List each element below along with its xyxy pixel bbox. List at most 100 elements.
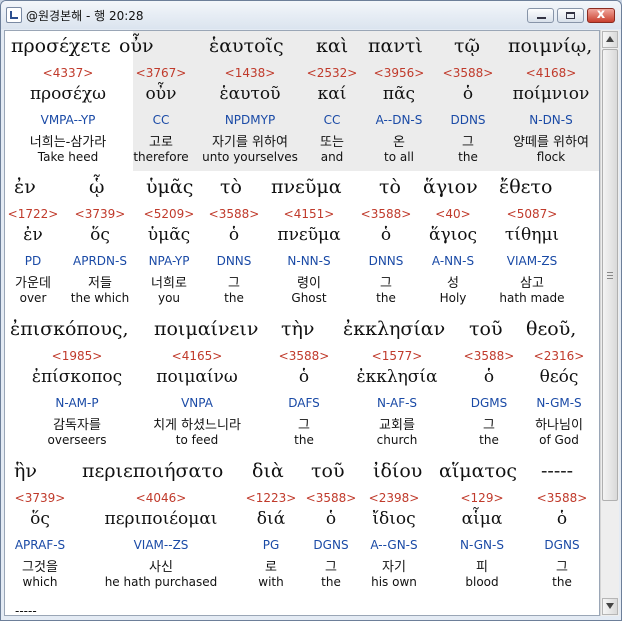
- strongs-number[interactable]: <4165>: [172, 349, 223, 363]
- greek-word[interactable]: ὑμᾶς: [146, 176, 193, 198]
- greek-word[interactable]: ἐκκλησίαν: [343, 318, 445, 340]
- greek-word[interactable]: διὰ: [252, 460, 284, 482]
- greek-word[interactable]: ἰδίου: [373, 460, 422, 482]
- verse-block: ἐπισκόπους, <1985> ἐπίσκοπος N-AM-P 감독자를 over…: [5, 314, 599, 454]
- greek-word[interactable]: ἔθετο: [499, 176, 552, 198]
- lexical-form: ὑμᾶς: [147, 225, 191, 245]
- greek-word[interactable]: ἐπισκόπους,: [10, 318, 129, 340]
- english-gloss: Ghost: [291, 291, 327, 305]
- parsing-code: DGMS: [470, 396, 508, 410]
- korean-gloss: 치게 하셨느니라: [153, 418, 241, 433]
- strongs-number[interactable]: <2316>: [534, 349, 585, 363]
- parsing-code: NPA-YP: [148, 254, 190, 268]
- parsing-code: VMPA--YP: [40, 113, 96, 127]
- lexical-form: ὁ: [380, 225, 392, 245]
- scroll-thumb[interactable]: [602, 49, 618, 501]
- verse-block: προσέχετε <4337> προσέχω VMPA--YP 너희는-삼가라 Tak…: [5, 31, 599, 171]
- title-bar[interactable]: @원경본해 - 행 20:28 x: [1, 1, 621, 29]
- greek-word[interactable]: ἐν: [14, 176, 36, 198]
- greek-word[interactable]: τὸ: [220, 176, 242, 198]
- greek-word[interactable]: προσέχετε: [11, 35, 111, 57]
- strongs-number[interactable]: <3588>: [443, 66, 494, 80]
- greek-word[interactable]: περιεποιήσατο: [82, 460, 223, 482]
- strongs-number[interactable]: <5209>: [144, 207, 195, 221]
- strongs-number[interactable]: <3767>: [136, 66, 187, 80]
- greek-word[interactable]: αἵματος: [439, 460, 517, 482]
- strongs-number[interactable]: <4168>: [526, 66, 577, 80]
- close-button[interactable]: x: [587, 7, 615, 23]
- minimize-button[interactable]: [527, 8, 554, 23]
- greek-word[interactable]: θεοῦ,: [526, 318, 576, 340]
- greek-word[interactable]: τὴν: [281, 318, 314, 340]
- strongs-number[interactable]: <40>: [435, 207, 470, 221]
- strongs-number[interactable]: <3956>: [374, 66, 425, 80]
- lexical-form: τίθημι: [504, 225, 560, 245]
- korean-gloss: 령이: [297, 276, 321, 291]
- greek-word[interactable]: ἑαυτοῖς: [209, 35, 284, 57]
- strongs-number[interactable]: <1577>: [372, 349, 423, 363]
- greek-word[interactable]: ἅγιον: [423, 176, 478, 198]
- strongs-number[interactable]: <2398>: [369, 491, 420, 505]
- english-gloss: to all: [384, 150, 414, 164]
- strongs-number[interactable]: <3588>: [279, 349, 330, 363]
- greek-word[interactable]: ποιμαίνειν: [154, 318, 258, 340]
- greek-word[interactable]: -----: [541, 460, 573, 482]
- greek-word[interactable]: τὸ: [379, 176, 401, 198]
- scroll-down-button[interactable]: [602, 598, 618, 615]
- english-gloss: which: [22, 575, 58, 589]
- lexical-form: οὖν: [145, 84, 177, 104]
- greek-word[interactable]: τοῦ: [311, 460, 345, 482]
- strongs-number[interactable]: <3588>: [306, 491, 357, 505]
- strongs-number[interactable]: <4046>: [136, 491, 187, 505]
- strongs-number[interactable]: <1438>: [225, 66, 276, 80]
- strongs-number[interactable]: <4337>: [43, 66, 94, 80]
- parsing-code: VIAM-ZS: [506, 254, 558, 268]
- greek-word[interactable]: ἣν: [14, 460, 37, 482]
- greek-word[interactable]: οὖν: [119, 35, 154, 57]
- lexical-form: πνεῦμα: [277, 225, 341, 245]
- korean-gloss: 사신: [149, 560, 173, 575]
- lexical-form: διά: [256, 509, 286, 529]
- greek-word[interactable]: παντὶ: [368, 35, 423, 57]
- scroll-up-button[interactable]: [602, 31, 618, 48]
- strongs-number[interactable]: <3588>: [537, 491, 588, 505]
- greek-word[interactable]: ποιμνίῳ,: [508, 35, 592, 57]
- strongs-number[interactable]: <1985>: [52, 349, 103, 363]
- korean-gloss: 자기: [382, 560, 406, 575]
- parsing-code: N-AF-S: [376, 396, 418, 410]
- lexical-form: ἐν: [23, 225, 43, 245]
- korean-gloss: 그: [325, 560, 337, 575]
- strongs-number[interactable]: <1722>: [8, 207, 59, 221]
- strongs-number[interactable]: <3588>: [361, 207, 412, 221]
- strongs-number[interactable]: <4151>: [284, 207, 335, 221]
- english-gloss: Holy: [439, 291, 467, 305]
- strongs-number[interactable]: <1223>: [246, 491, 297, 505]
- grip-line: [607, 278, 613, 279]
- strongs-number[interactable]: <5087>: [507, 207, 558, 221]
- parsing-code: APRAF-S: [14, 538, 66, 552]
- strongs-number[interactable]: <3739>: [15, 491, 66, 505]
- strongs-number[interactable]: <3588>: [209, 207, 260, 221]
- greek-word[interactable]: τοῦ: [469, 318, 503, 340]
- arrow-down-icon: [606, 603, 614, 609]
- strongs-number[interactable]: <2532>: [307, 66, 358, 80]
- maximize-icon: [566, 12, 575, 19]
- strongs-number[interactable]: <3588>: [464, 349, 515, 363]
- grip-line: [607, 275, 613, 276]
- greek-word[interactable]: τῷ: [454, 35, 480, 57]
- parsing-code: PD: [24, 254, 42, 268]
- strongs-number[interactable]: <129>: [460, 491, 503, 505]
- english-gloss: the: [376, 291, 396, 305]
- strongs-number[interactable]: <3739>: [75, 207, 126, 221]
- greek-word[interactable]: καὶ: [316, 35, 348, 57]
- interlinear-content[interactable]: ----- προσέχετε <4337> προσέχω VMPA--YP 너희는-…: [4, 30, 600, 616]
- greek-word[interactable]: πνεῦμα: [271, 176, 342, 198]
- lexical-form: ἑαυτοῦ: [219, 84, 281, 104]
- english-gloss: blood: [465, 575, 499, 589]
- greek-word[interactable]: ᾧ: [89, 176, 105, 198]
- english-gloss: the: [321, 575, 341, 589]
- maximize-button[interactable]: [557, 8, 584, 23]
- vertical-scrollbar[interactable]: [600, 30, 619, 616]
- lexical-form: ὁ: [298, 367, 310, 387]
- parsing-code: A-NN-S: [431, 254, 475, 268]
